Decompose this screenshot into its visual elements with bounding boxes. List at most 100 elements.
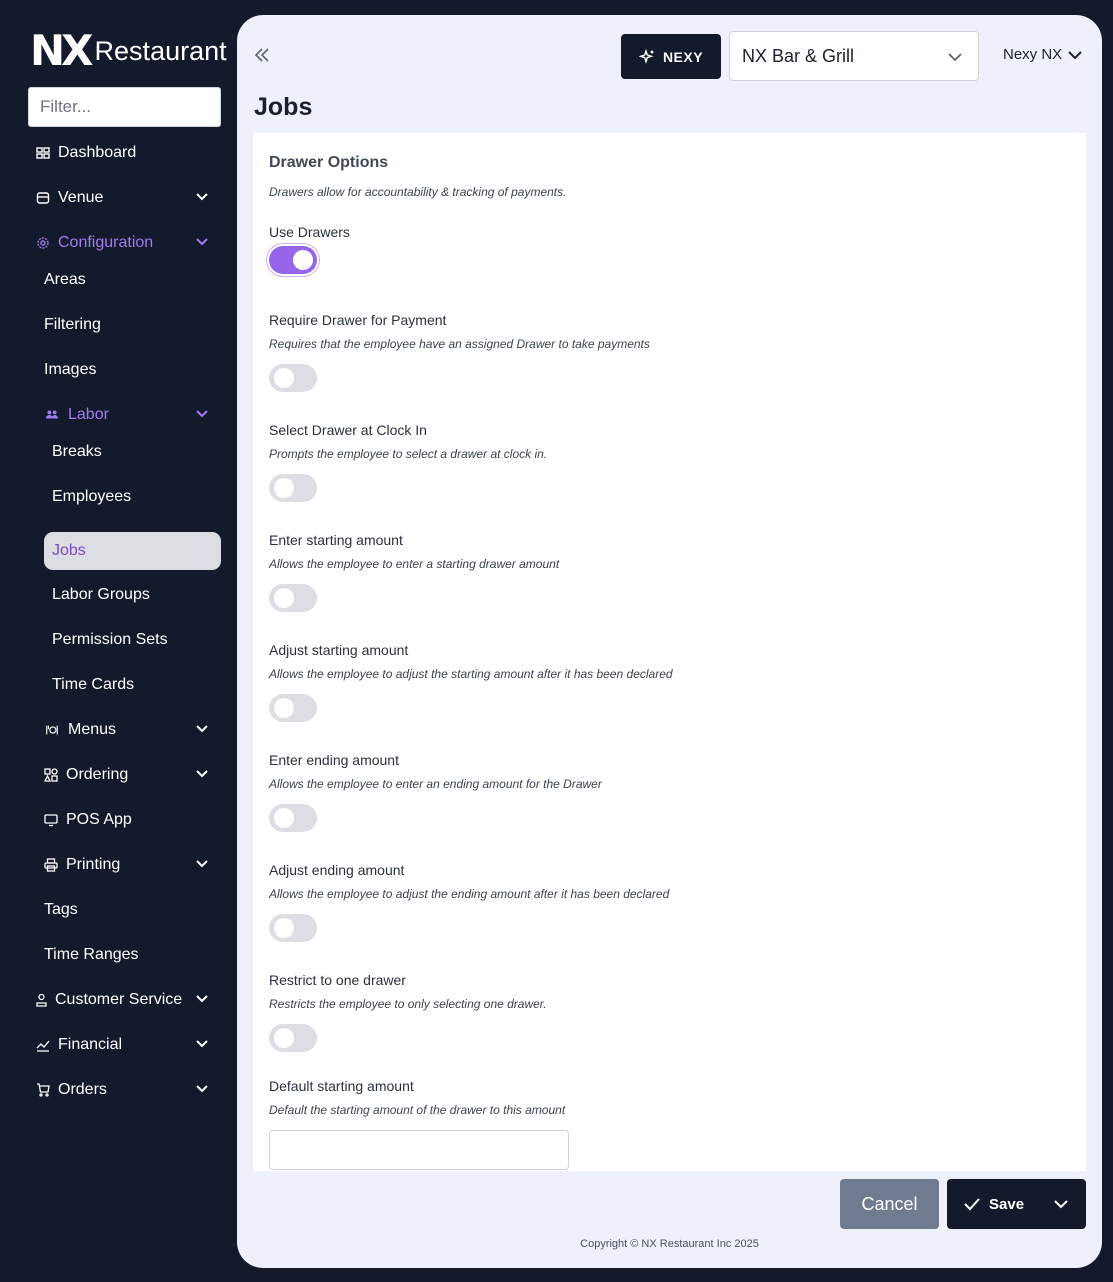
chevron-down-icon[interactable] <box>1054 1199 1068 1209</box>
chevron-down-icon <box>196 193 208 201</box>
main-panel: NEXY NX Bar & Grill Nexy NX Jobs Drawer … <box>237 15 1102 1268</box>
restrict-drawer-description: Restricts the employee to only selecting… <box>269 997 547 1011</box>
sidebar-item-label: Jobs <box>52 542 86 559</box>
chart-icon <box>36 1038 50 1052</box>
menu-icon <box>44 723 60 737</box>
save-button-label: Save <box>989 1196 1025 1213</box>
chevron-down-icon <box>196 1040 208 1048</box>
save-button[interactable]: Save <box>947 1179 1086 1229</box>
chevron-down-icon <box>196 860 208 868</box>
toggle-knob <box>274 1028 294 1048</box>
use-drawers-toggle[interactable] <box>269 246 317 274</box>
nexy-button-label: NEXY <box>662 48 704 65</box>
enter-ending-description: Allows the employee to enter an ending a… <box>269 777 602 791</box>
default-amount-input[interactable] <box>269 1130 569 1170</box>
gear-icon <box>36 236 50 250</box>
sidebar-item-configuration[interactable]: Configuration <box>0 225 237 261</box>
adjust-starting-description: Allows the employee to adjust the starti… <box>269 667 673 681</box>
sidebar-item-labor-groups[interactable]: Labor Groups <box>0 577 237 613</box>
enter-starting-toggle[interactable] <box>269 584 317 612</box>
adjust-ending-toggle[interactable] <box>269 914 317 942</box>
sidebar-item-label: Customer Service <box>55 991 183 1008</box>
adjust-ending-label: Adjust ending amount <box>269 862 405 878</box>
chevron-down-icon <box>1068 50 1082 59</box>
sidebar-item-label: Employees <box>52 488 132 505</box>
sidebar-item-label: Menus <box>68 721 117 738</box>
sidebar-item-venue[interactable]: Venue <box>0 180 237 216</box>
monitor-icon <box>44 813 58 827</box>
toggle-knob <box>274 588 294 608</box>
adjust-ending-description: Allows the employee to adjust the ending… <box>269 887 670 901</box>
sidebar-item-label: Tags <box>44 901 78 918</box>
sidebar-item-menus[interactable]: Menus <box>0 712 237 748</box>
sidebar-item-label: Ordering <box>66 766 129 783</box>
sidebar-item-label: Financial <box>58 1036 123 1053</box>
sidebar-item-customer-service[interactable]: Customer Service <box>0 982 237 1018</box>
sidebar-item-ordering[interactable]: Ordering <box>0 757 237 793</box>
user-menu[interactable]: Nexy NX <box>1003 46 1082 63</box>
sidebar-item-label: Labor Groups <box>52 586 150 603</box>
venue-select[interactable]: NX Bar & Grill <box>729 31 979 81</box>
require-drawer-toggle[interactable] <box>269 364 317 392</box>
sidebar-item-printing[interactable]: Printing <box>0 847 237 883</box>
sidebar-item-orders[interactable]: Orders <box>0 1072 237 1108</box>
sidebar-item-label: Permission Sets <box>52 631 168 648</box>
chevron-down-icon <box>948 53 962 62</box>
enter-ending-label: Enter ending amount <box>269 752 399 768</box>
check-icon <box>964 1198 980 1211</box>
logo: NX Restaurant <box>30 26 227 75</box>
require-drawer-description: Requires that the employee have an assig… <box>269 337 650 351</box>
select-drawer-description: Prompts the employee to select a drawer … <box>269 447 548 461</box>
sidebar-item-jobs[interactable]: Jobs <box>44 532 221 570</box>
sidebar-item-label: Orders <box>58 1081 107 1098</box>
sidebar-item-time-ranges[interactable]: Time Ranges <box>0 937 237 973</box>
drawer-options-card: Drawer Options Drawers allow for account… <box>253 133 1086 1171</box>
nexy-button[interactable]: NEXY <box>621 34 721 79</box>
enter-ending-toggle[interactable] <box>269 804 317 832</box>
sidebar-item-filtering[interactable]: Filtering <box>0 307 237 343</box>
toggle-knob <box>293 250 313 270</box>
enter-starting-description: Allows the employee to enter a starting … <box>269 557 560 571</box>
collapse-sidebar-icon[interactable] <box>254 47 270 63</box>
sidebar-item-label: Areas <box>44 271 86 288</box>
sidebar-item-label: POS App <box>66 811 132 828</box>
sidebar-item-permission-sets[interactable]: Permission Sets <box>0 622 237 658</box>
sidebar-item-pos-app[interactable]: POS App <box>0 802 237 838</box>
logo-mark: NX <box>30 26 94 75</box>
sidebar-item-dashboard[interactable]: Dashboard <box>0 135 237 171</box>
adjust-starting-label: Adjust starting amount <box>269 642 409 658</box>
venue-icon <box>36 191 50 205</box>
chevron-down-icon <box>196 995 208 1003</box>
sidebar-item-label: Configuration <box>58 234 154 251</box>
cancel-button[interactable]: Cancel <box>840 1179 939 1229</box>
enter-starting-label: Enter starting amount <box>269 532 403 548</box>
sidebar-item-label: Filtering <box>44 316 101 333</box>
default-amount-label: Default starting amount <box>269 1078 414 1094</box>
default-amount-description: Default the starting amount of the drawe… <box>269 1103 566 1117</box>
restrict-drawer-toggle[interactable] <box>269 1024 317 1052</box>
sidebar: NX Restaurant Dashboard Venue Configurat… <box>0 0 237 1282</box>
page-title: Jobs <box>254 93 313 121</box>
users-icon <box>44 408 60 422</box>
sidebar-item-labor[interactable]: Labor <box>0 397 237 433</box>
sidebar-item-financial[interactable]: Financial <box>0 1027 237 1063</box>
toggle-knob <box>274 808 294 828</box>
sidebar-item-tags[interactable]: Tags <box>0 892 237 928</box>
copyright: Copyright © NX Restaurant Inc 2025 <box>580 1238 759 1250</box>
select-drawer-toggle[interactable] <box>269 474 317 502</box>
filter-input[interactable] <box>28 87 221 127</box>
sidebar-item-label: Venue <box>58 189 104 206</box>
printer-icon <box>44 858 58 872</box>
sparkle-icon <box>638 48 654 64</box>
sidebar-item-images[interactable]: Images <box>0 352 237 388</box>
section-title: Drawer Options <box>269 154 389 171</box>
toggle-knob <box>274 698 294 718</box>
sidebar-item-time-cards[interactable]: Time Cards <box>0 667 237 703</box>
adjust-starting-toggle[interactable] <box>269 694 317 722</box>
select-drawer-label: Select Drawer at Clock In <box>269 422 427 438</box>
logo-text: Restaurant <box>94 36 227 66</box>
sidebar-item-areas[interactable]: Areas <box>0 262 237 298</box>
sidebar-item-breaks[interactable]: Breaks <box>0 434 237 470</box>
cart-icon <box>36 1083 50 1097</box>
sidebar-item-employees[interactable]: Employees <box>0 479 237 515</box>
